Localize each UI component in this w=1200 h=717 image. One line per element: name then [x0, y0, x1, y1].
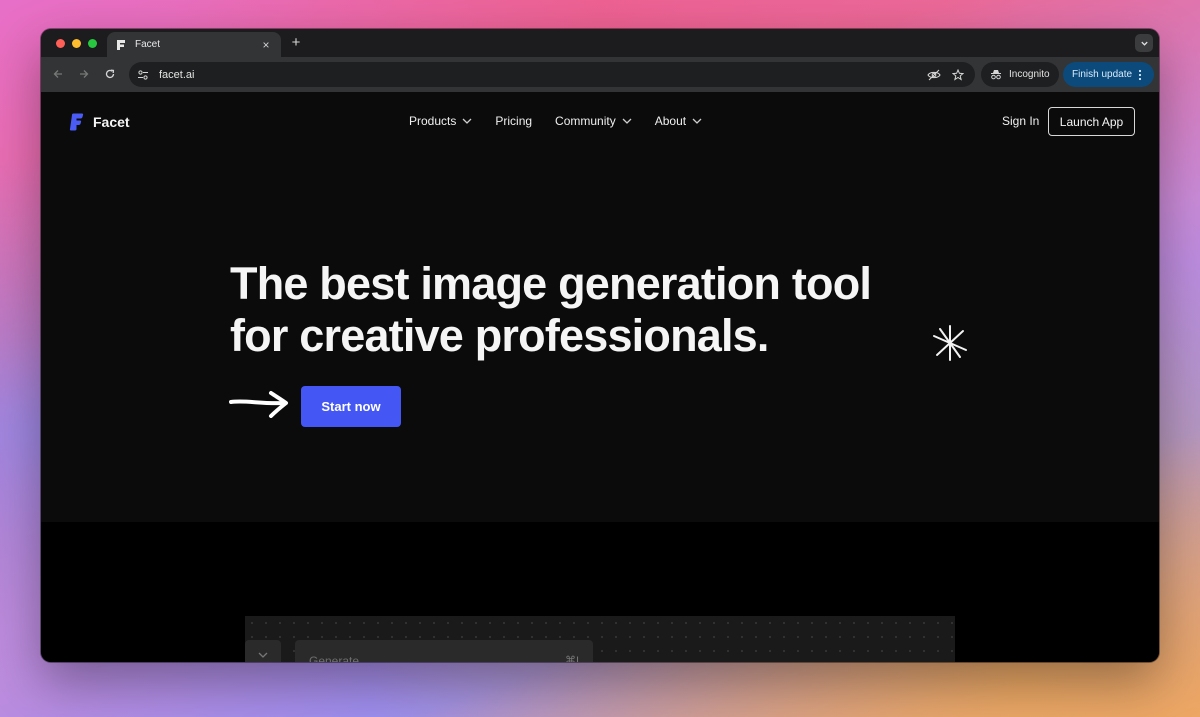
nav-products-label: Products: [409, 114, 457, 128]
chevron-down-icon: [258, 652, 268, 658]
url-text: facet.ai: [159, 68, 195, 81]
nav-about-label: About: [654, 114, 687, 128]
tab-strip: Facet × +: [41, 29, 1159, 57]
start-now-button[interactable]: Start now: [301, 386, 401, 427]
hero-headline: The best image generation tool for creat…: [230, 258, 872, 362]
tab-facet[interactable]: Facet ×: [107, 32, 281, 57]
nav-community[interactable]: Community: [555, 114, 632, 128]
chevron-down-icon: [622, 118, 632, 124]
app-preview: Generate ⌘I: [245, 616, 955, 662]
eye-off-icon: [927, 69, 941, 80]
tab-title: Facet: [135, 39, 161, 50]
incognito-badge[interactable]: Incognito: [981, 62, 1059, 87]
new-tab-button[interactable]: +: [289, 35, 303, 51]
chevron-down-icon: [1140, 41, 1148, 46]
brand-name: Facet: [93, 114, 130, 130]
star-icon: [952, 68, 964, 81]
preview-dropdown[interactable]: [245, 640, 281, 662]
forward-button[interactable]: [76, 66, 92, 82]
reload-icon: [105, 69, 115, 79]
chevron-down-icon: [462, 118, 472, 124]
facet-favicon-icon: [117, 39, 125, 50]
headline-line-2: for creative professionals.: [230, 310, 769, 361]
web-page: Facet Products Pricing Community About S…: [41, 92, 1159, 662]
incognito-label: Incognito: [1009, 69, 1050, 80]
facet-logo-icon: [69, 113, 84, 131]
generate-input[interactable]: Generate ⌘I: [295, 640, 593, 662]
shortcut-hint: ⌘I: [564, 655, 579, 662]
hand-drawn-arrow-icon: [229, 391, 288, 418]
nav-about[interactable]: About: [655, 114, 702, 128]
site-settings-icon[interactable]: [137, 69, 149, 81]
finish-update-label: Finish update: [1072, 69, 1133, 80]
nav-pricing[interactable]: Pricing: [495, 114, 532, 128]
generate-input-placeholder: Generate: [309, 654, 360, 662]
incognito-icon: [991, 70, 1001, 80]
tab-close-icon[interactable]: ×: [259, 39, 273, 51]
launch-app-button[interactable]: Launch App: [1048, 107, 1135, 136]
close-window-button[interactable]: [56, 39, 65, 48]
main-nav: Products Pricing Community About: [409, 114, 725, 128]
nav-community-label: Community: [555, 114, 616, 128]
back-arrow-icon: [53, 70, 62, 78]
tab-search-button[interactable]: [1135, 34, 1153, 52]
finish-update-button[interactable]: Finish update: [1063, 62, 1154, 87]
site-navbar: Facet Products Pricing Community About S…: [41, 92, 1159, 152]
tracking-protection-icon[interactable]: [927, 68, 941, 82]
chevron-down-icon: [692, 118, 702, 124]
minimize-window-button[interactable]: [72, 39, 81, 48]
brand-logo[interactable]: Facet: [68, 113, 130, 131]
back-button[interactable]: [50, 66, 66, 82]
more-vertical-icon: [1138, 69, 1142, 80]
nav-products[interactable]: Products: [409, 114, 472, 128]
browser-toolbar: facet.ai Incognito Finish update: [41, 57, 1159, 92]
bookmark-star-button[interactable]: [951, 68, 965, 82]
sparkle-icon: [933, 325, 967, 361]
reload-button[interactable]: [102, 66, 118, 82]
nav-pricing-label: Pricing: [495, 114, 533, 128]
browser-window: Facet × + facet.ai Incognito Finish upda…: [41, 29, 1159, 662]
sign-in-link[interactable]: Sign In: [1002, 114, 1039, 128]
headline-line-1: The best image generation tool: [230, 258, 872, 309]
maximize-window-button[interactable]: [88, 39, 97, 48]
address-bar[interactable]: facet.ai: [129, 62, 975, 87]
forward-arrow-icon: [80, 70, 89, 78]
